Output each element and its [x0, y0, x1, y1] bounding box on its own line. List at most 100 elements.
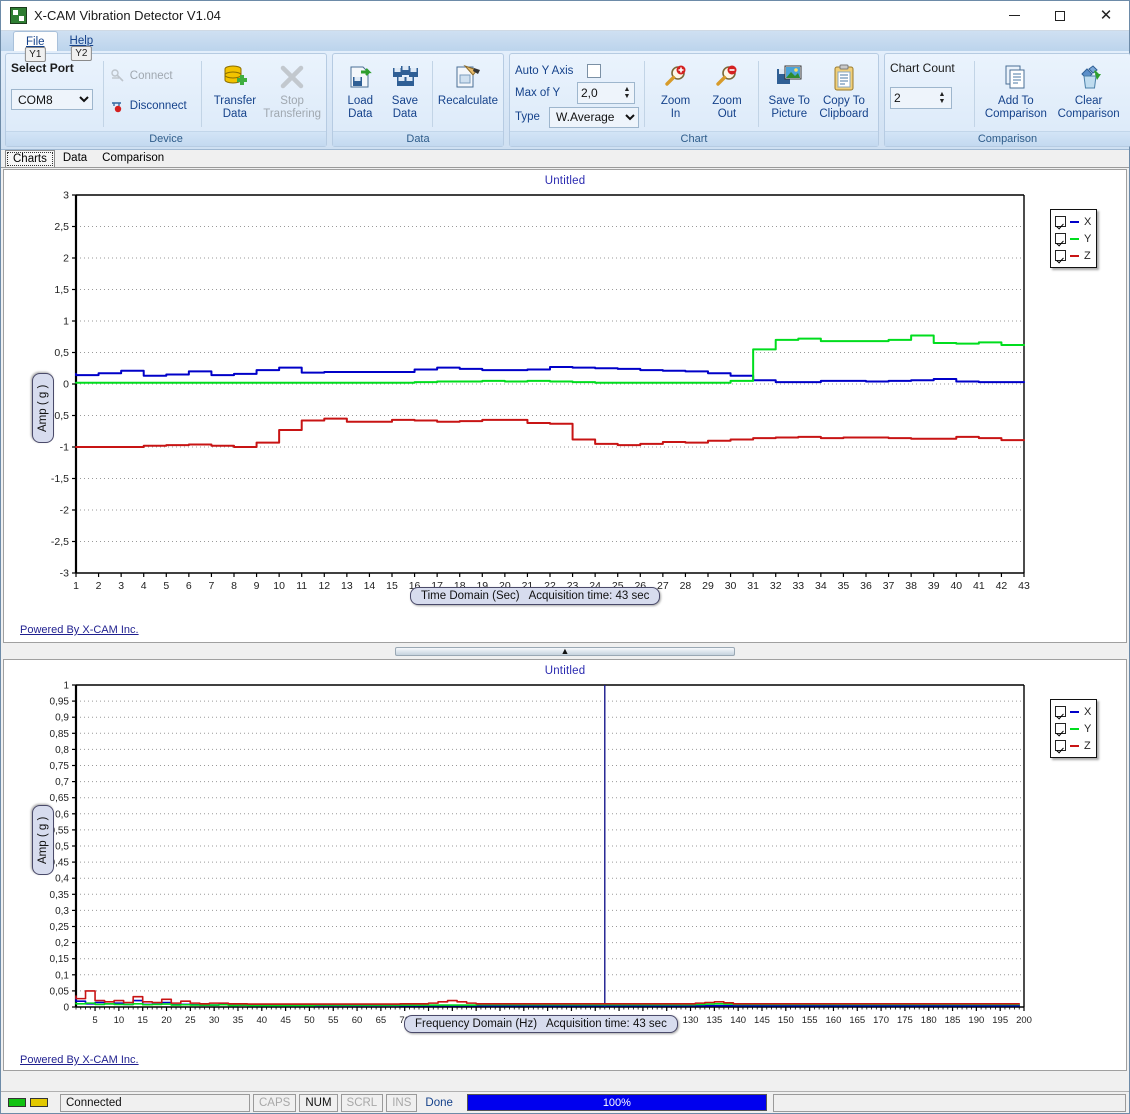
spin-up-icon[interactable]: ▲	[624, 86, 631, 93]
svg-text:1: 1	[73, 580, 79, 592]
powered-by-link-top[interactable]: Powered By X-CAM Inc.	[20, 624, 139, 636]
legend-item-z[interactable]: Z	[1055, 247, 1091, 264]
copy-to-clipboard-label-1: Copy To	[822, 95, 865, 107]
page-tab-strip: Charts Data Comparison	[1, 150, 1129, 168]
close-icon: ✕	[1099, 7, 1113, 24]
svg-text:2,5: 2,5	[54, 221, 69, 233]
copy-to-clipboard-button[interactable]: Copy To Clipboard	[815, 57, 873, 121]
recalculate-label: Recalculate	[437, 95, 498, 107]
save-to-picture-button[interactable]: Save To Picture	[764, 57, 815, 121]
connect-button[interactable]: Connect	[109, 65, 196, 87]
frequency-domain-plot-area[interactable]: 1 0,95 0,9 0,85 0,8 0,75 0,7 0,65 0,6 0,55 0,5 0,45…	[4, 677, 1126, 1037]
svg-text:160: 160	[826, 1015, 842, 1026]
svg-text:0,75: 0,75	[50, 761, 70, 772]
ribbon-tab-file[interactable]: File Y1	[13, 31, 58, 62]
time-domain-svg[interactable]: 32,521,510,50-0,5-1-1,5-2-2,5-31 2 3 4 5 6 7 8 9…	[4, 187, 1128, 607]
clear-comparison-icon	[1075, 61, 1103, 93]
disconnect-button[interactable]: Disconnect	[109, 95, 196, 117]
svg-text:1: 1	[63, 316, 69, 328]
minimize-button[interactable]	[991, 1, 1037, 31]
chart-splitter[interactable]: ▲	[3, 644, 1127, 658]
recalculate-button[interactable]: Recalculate	[438, 57, 498, 108]
zoom-in-button[interactable]: Zoom In	[650, 57, 701, 121]
legend-checkbox-z[interactable]	[1055, 740, 1066, 751]
spin-up-icon[interactable]: ▲	[939, 91, 946, 98]
svg-text:3: 3	[118, 580, 124, 592]
chart-count-spin-buttons[interactable]: ▲ ▼	[935, 88, 949, 108]
max-of-y-stepper[interactable]: ▲▼	[577, 82, 635, 104]
spin-down-icon[interactable]: ▼	[624, 93, 631, 100]
title-bar: X-CAM Vibration Detector V1.04 ✕	[1, 1, 1129, 31]
close-button[interactable]: ✕	[1083, 1, 1129, 31]
legend-item-x[interactable]: X	[1055, 703, 1091, 720]
powered-by-link-bottom[interactable]: Powered By X-CAM Inc.	[20, 1054, 139, 1066]
svg-text:29: 29	[702, 580, 714, 592]
splitter-handle[interactable]: ▲	[395, 646, 735, 656]
svg-text:135: 135	[706, 1015, 722, 1026]
add-to-comparison-icon	[1003, 61, 1029, 93]
svg-text:38: 38	[905, 580, 917, 592]
tab-comparison-label: Comparison	[102, 152, 165, 164]
frequency-domain-legend[interactable]: XYZ	[1050, 699, 1098, 758]
svg-text:45: 45	[280, 1015, 291, 1026]
tab-charts[interactable]: Charts	[5, 150, 55, 167]
legend-item-x[interactable]: X	[1055, 213, 1091, 230]
time-domain-plot-area[interactable]: 3 2,5 2 1,5 1 0,5 0 -0,5 -1 -1,5 -2 -2,5 -3 1 2 3 4 5 6 7 8 9…	[4, 187, 1126, 607]
svg-text:180: 180	[921, 1015, 937, 1026]
type-select[interactable]: W.Average	[549, 106, 639, 128]
tab-data[interactable]: Data	[55, 150, 95, 167]
svg-text:10: 10	[273, 580, 285, 592]
svg-text:31: 31	[747, 580, 759, 592]
save-to-picture-icon	[775, 61, 803, 93]
load-data-button[interactable]: Load Data	[338, 57, 383, 121]
clear-comparison-label-1: Clear	[1074, 95, 1103, 107]
legend-color-swatch	[1070, 237, 1079, 240]
zoom-out-button[interactable]: Zoom Out	[701, 57, 752, 121]
spin-down-icon[interactable]: ▼	[939, 98, 946, 105]
ribbon-tab-file-keytip: Y1	[25, 47, 46, 62]
legend-label: X	[1084, 705, 1092, 718]
time-domain-legend[interactable]: XYZ	[1050, 209, 1098, 268]
stop-transferring-button[interactable]: Stop Transfering	[263, 57, 321, 121]
port-select[interactable]: COM8	[11, 89, 93, 110]
frequency-domain-svg[interactable]: 10,950,90,850,80,750,70,650,60,550,50,45…	[4, 677, 1128, 1037]
save-data-button[interactable]: Save Data	[383, 57, 428, 121]
svg-text:32: 32	[770, 580, 782, 592]
auto-y-axis-checkbox[interactable]	[587, 64, 601, 78]
svg-text:165: 165	[849, 1015, 865, 1026]
legend-item-y[interactable]: Y	[1055, 230, 1091, 247]
legend-checkbox-x[interactable]	[1055, 706, 1066, 717]
svg-text:0,8: 0,8	[55, 745, 69, 756]
tab-data-label: Data	[62, 152, 88, 164]
connect-label: Connect	[129, 70, 173, 82]
max-of-y-spin-buttons[interactable]: ▲ ▼	[620, 83, 634, 103]
maximize-button[interactable]	[1037, 1, 1083, 31]
transfer-data-label-1: Transfer	[213, 95, 257, 107]
tab-comparison[interactable]: Comparison	[95, 150, 172, 167]
add-to-comparison-button[interactable]: Add To Comparison	[979, 57, 1052, 121]
ribbon-group-device: Select Port COM8 Connect Disconnect Tran…	[5, 53, 327, 147]
time-domain-y-axis-label: Amp ( g )	[32, 373, 54, 443]
svg-text:25: 25	[185, 1015, 196, 1026]
max-of-y-input[interactable]	[578, 83, 620, 103]
svg-text:0: 0	[63, 379, 69, 391]
ribbon-tab-help[interactable]: Help Y2	[58, 31, 106, 61]
transfer-data-button[interactable]: Transfer Data	[207, 57, 264, 121]
legend-checkbox-x[interactable]	[1055, 216, 1066, 227]
num-indicator: NUM	[299, 1093, 338, 1112]
time-domain-title: Untitled	[544, 175, 586, 187]
svg-text:40: 40	[950, 580, 962, 592]
clear-comparison-button[interactable]: Clear Comparison	[1052, 57, 1125, 121]
connection-indicators	[4, 1093, 57, 1112]
legend-checkbox-z[interactable]	[1055, 250, 1066, 261]
legend-checkbox-y[interactable]	[1055, 723, 1066, 734]
chart-count-stepper[interactable]: ▲▼	[890, 87, 952, 109]
legend-item-y[interactable]: Y	[1055, 720, 1091, 737]
legend-item-z[interactable]: Z	[1055, 737, 1091, 754]
chart-count-input[interactable]	[891, 88, 935, 108]
svg-text:0,25: 0,25	[50, 922, 70, 933]
svg-text:35: 35	[838, 580, 850, 592]
ribbon-group-data: Load Data Save Data Recalculate Data	[332, 53, 504, 147]
legend-checkbox-y[interactable]	[1055, 233, 1066, 244]
svg-text:10: 10	[114, 1015, 125, 1026]
